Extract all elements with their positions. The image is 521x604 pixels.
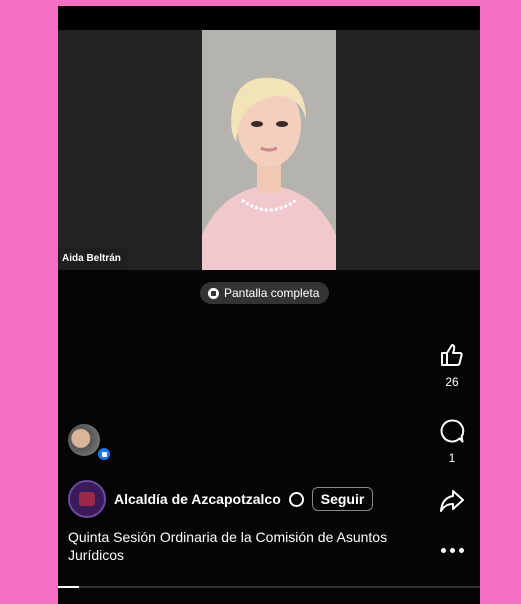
- author-row: Alcaldía de Azcapotzalco Seguir: [68, 480, 374, 518]
- share-button[interactable]: [434, 488, 470, 519]
- video-progress-fill: [58, 586, 80, 588]
- post-caption[interactable]: Quinta Sesión Ordinaria de la Comisión d…: [68, 528, 428, 564]
- speaker-figure: [202, 30, 336, 270]
- share-icon: [440, 490, 464, 512]
- like-icon: [441, 344, 463, 366]
- like-button[interactable]: 26: [434, 342, 470, 389]
- speaker-name-tag: Aida Beltrán: [58, 248, 127, 270]
- page-avatar[interactable]: [68, 480, 106, 518]
- page-name[interactable]: Alcaldía de Azcapotzalco: [114, 491, 281, 507]
- commenter-avatar[interactable]: [68, 424, 100, 456]
- more-options-button[interactable]: [434, 548, 470, 553]
- video-feed: [202, 30, 336, 270]
- fullscreen-label: Pantalla completa: [224, 286, 320, 300]
- comment-button[interactable]: 1: [434, 418, 470, 465]
- globe-icon: [288, 491, 304, 507]
- comment-count: 1: [448, 451, 456, 465]
- more-icon: [434, 548, 470, 553]
- like-badge-icon: [96, 446, 112, 462]
- top-bar: [58, 6, 480, 30]
- comment-icon: [440, 419, 465, 443]
- video-progress-bar[interactable]: [58, 586, 480, 588]
- like-count: 26: [445, 375, 459, 389]
- fullscreen-icon: [208, 287, 219, 299]
- follow-button[interactable]: Seguir: [311, 487, 374, 511]
- video-player[interactable]: Aida Beltrán: [58, 30, 480, 270]
- reel-screen: Aida Beltrán Pantalla completa 26 1 Alca…: [58, 6, 480, 604]
- fullscreen-button[interactable]: Pantalla completa: [200, 282, 330, 304]
